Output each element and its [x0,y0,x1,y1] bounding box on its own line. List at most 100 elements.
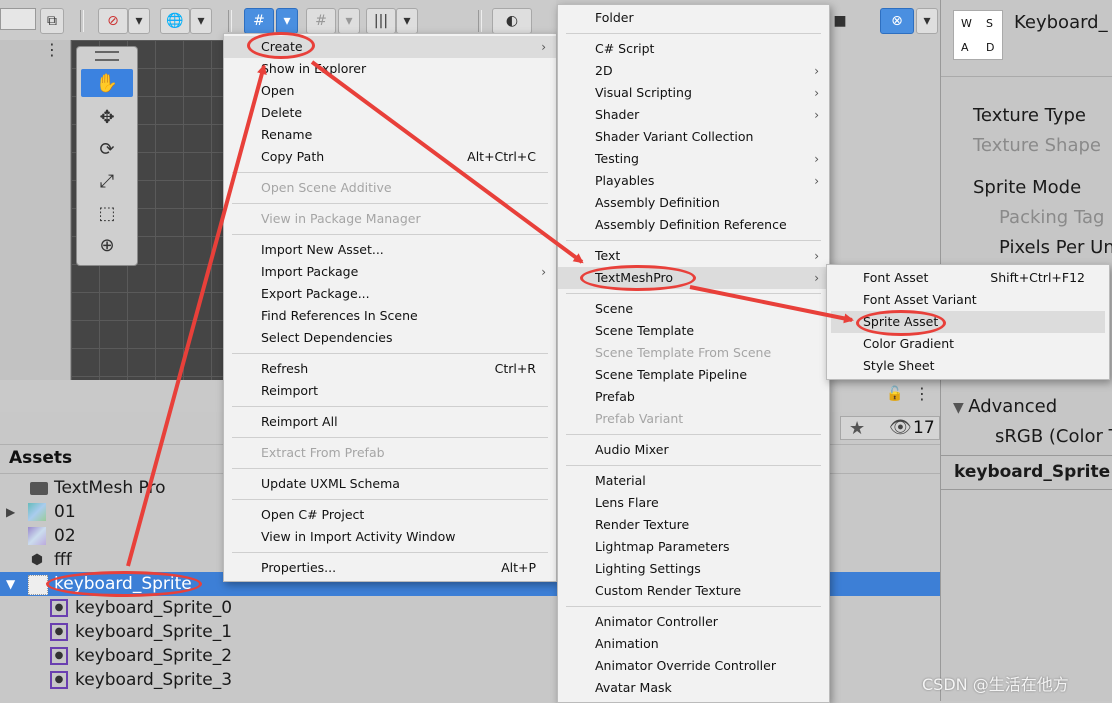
submenu-arrow-icon: › [814,174,819,188]
lock-icon[interactable]: 🔓 [886,386,903,402]
favorite-star-icon[interactable]: ★ [849,418,865,439]
gizmo-icon[interactable]: ⊗ [880,8,914,34]
pivot-icon[interactable]: ⊘ [98,8,128,34]
menu-item-testing[interactable]: Testing › [558,148,829,170]
panel-menu-icon[interactable]: ⋮ [914,384,930,403]
highlight-ellipse-textmeshpro [580,265,696,291]
assets-title: Assets [9,448,73,468]
menu-item-find-references[interactable]: Find References In Scene [224,305,556,327]
expand-arrow-icon[interactable]: ▶ [6,500,20,524]
menu-item-select-dependencies[interactable]: Select Dependencies [224,327,556,349]
menu-item-view-import-activity[interactable]: View in Import Activity Window [224,526,556,548]
asset-context-menu: Create › Show in Explorer Open Delete Ren… [223,33,557,582]
menu-item-font-asset[interactable]: Font Asset Shift+Ctrl+F12 [827,267,1109,289]
menu-item-prefab[interactable]: Prefab [558,386,829,408]
grid-snap-dropdown-icon[interactable]: ▾ [276,8,298,34]
global-dropdown-icon[interactable]: ▾ [190,8,212,34]
asset-thumbnail: W S A D [953,10,1003,60]
menu-item-2d[interactable]: 2D › [558,60,829,82]
menu-item-text[interactable]: Text › [558,245,829,267]
texture-type-label: Texture Type [973,105,1086,126]
menu-item-shader[interactable]: Shader › [558,104,829,126]
menu-item-lightmap-parameters[interactable]: Lightmap Parameters [558,536,829,558]
menu-item-avatar-mask[interactable]: Avatar Mask [558,677,829,699]
menu-item-open-csharp-project[interactable]: Open C# Project [224,504,556,526]
menu-item-animation[interactable]: Animation [558,633,829,655]
menu-item-import-package[interactable]: Import Package › [224,261,556,283]
transform-tool-icon[interactable]: ⊕ [81,231,133,259]
menu-item-custom-render-texture[interactable]: Custom Render Texture [558,580,829,602]
scale-tool-icon[interactable]: ⤢ [81,167,133,195]
menu-item-import-new-asset[interactable]: Import New Asset... [224,239,556,261]
menu-item-lighting-settings[interactable]: Lighting Settings [558,558,829,580]
submenu-arrow-icon: › [814,271,819,285]
watermark: CSDN @生活在他方 [922,675,1069,694]
menu-item-view-in-package-manager: View in Package Manager [261,211,421,226]
gizmo-dropdown-icon[interactable]: ▾ [916,8,938,34]
submenu-arrow-icon: › [814,152,819,166]
toolbar-search-field[interactable] [0,8,36,30]
maximize-icon[interactable]: ⧉ [40,8,64,34]
palette-grip-icon[interactable] [95,51,119,61]
menu-item-assembly-definition-reference[interactable]: Assembly Definition Reference [558,214,829,236]
menu-item-color-gradient[interactable]: Color Gradient [827,333,1109,355]
move-tool-icon[interactable]: ✥ [81,103,133,131]
menu-item-audio-mixer[interactable]: Audio Mixer [558,439,829,461]
measure-icon[interactable]: ||| [366,8,396,34]
menu-item-update-uxml-schema[interactable]: Update UXML Schema [224,473,556,495]
more-options-icon[interactable]: ⋮ [44,40,60,59]
menu-item-style-sheet[interactable]: Style Sheet [827,355,1109,377]
menu-item-scene[interactable]: Scene [558,298,829,320]
menu-item-assembly-definition[interactable]: Assembly Definition [558,192,829,214]
menu-item-reimport-all[interactable]: Reimport All [224,411,556,433]
grid-snap-icon[interactable]: # [244,8,274,34]
submenu-arrow-icon: › [541,40,546,54]
hand-tool-icon[interactable]: ✋ [81,69,133,97]
menu-item-export-package[interactable]: Export Package... [224,283,556,305]
prefab-icon: ⬢ [30,552,44,568]
hidden-packages-icon[interactable]: 👁 [889,417,912,438]
menu-item-font-asset-variant[interactable]: Font Asset Variant [827,289,1109,311]
rect-tool-icon[interactable]: ⬚ [81,199,133,227]
submenu-arrow-icon: › [541,265,546,279]
menu-item-extract-from-prefab: Extract From Prefab [261,445,385,460]
menu-item-shader-variant-collection[interactable]: Shader Variant Collection [558,126,829,148]
menu-item-delete[interactable]: Delete [224,102,556,124]
project-search-toolbar: ★ 👁 17 [840,416,940,440]
folder-icon [30,482,48,495]
measure-dropdown-icon[interactable]: ▾ [396,8,418,34]
menu-item-copy-path[interactable]: Copy Path Alt+Ctrl+C [224,146,556,168]
menu-item-render-texture[interactable]: Render Texture [558,514,829,536]
menu-item-material[interactable]: Material [558,470,829,492]
menu-item-reimport[interactable]: Reimport [224,380,556,402]
menu-item-open[interactable]: Open [224,80,556,102]
submenu-arrow-icon: › [814,249,819,263]
sprite-icon: ● [50,623,68,641]
menu-item-lens-flare[interactable]: Lens Flare [558,492,829,514]
menu-item-scene-template-pipeline[interactable]: Scene Template Pipeline [558,364,829,386]
global-icon[interactable]: 🌐 [160,8,190,34]
menu-item-playables[interactable]: Playables › [558,170,829,192]
menu-item-visual-scripting[interactable]: Visual Scripting › [558,82,829,104]
menu-item-rename[interactable]: Rename [224,124,556,146]
shading-icon[interactable]: ◐ [492,8,532,34]
menu-item-scene-template[interactable]: Scene Template [558,320,829,342]
menu-item-animator-controller[interactable]: Animator Controller [558,611,829,633]
menu-item-folder[interactable]: Folder [558,7,829,29]
sprite-mode-label: Sprite Mode [973,177,1082,198]
hidden-count: 17 [913,418,935,438]
menu-item-animator-override-controller[interactable]: Animator Override Controller [558,655,829,677]
highlight-ellipse-sprite-asset [856,310,946,336]
menu-item-refresh[interactable]: Refresh Ctrl+R [224,358,556,380]
advanced-foldout[interactable]: ▼ Advanced [953,396,1057,417]
foldout-arrow-icon: ▼ [953,400,969,416]
collapse-arrow-icon[interactable]: ▼ [6,572,20,596]
pivot-dropdown-icon[interactable]: ▾ [128,8,150,34]
menu-item-csharp-script[interactable]: C# Script [558,38,829,60]
increment-snap-dropdown-icon[interactable]: ▾ [338,8,360,34]
menu-item-properties[interactable]: Properties... Alt+P [224,557,556,579]
menu-item-show-in-explorer[interactable]: Show in Explorer [224,58,556,80]
rotate-tool-icon[interactable]: ⟳ [81,135,133,163]
increment-snap-icon[interactable]: # [306,8,336,34]
camera-icon[interactable]: ■ [830,8,850,34]
